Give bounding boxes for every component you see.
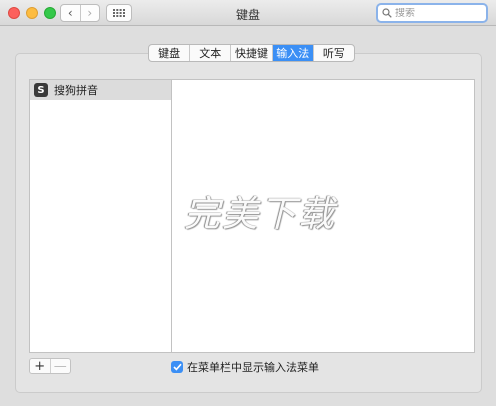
add-remove-control: + — [29,358,71,374]
add-button[interactable]: + [30,359,50,373]
tab-shortcuts[interactable]: 快捷键 [230,45,271,61]
search-field[interactable] [376,3,488,23]
show-menu-option[interactable]: 在菜单栏中显示输入法菜单 [171,359,319,375]
tab-text[interactable]: 文本 [189,45,230,61]
tab-input-sources[interactable]: 输入法 [271,45,313,61]
remove-button[interactable]: — [49,359,71,373]
show-menu-checkbox[interactable] [171,361,183,373]
input-source-list[interactable]: S 搜狗拼音 [29,79,171,353]
tab-dictation[interactable]: 听写 [312,45,354,61]
list-item-label: 搜狗拼音 [54,84,98,97]
tab-bar: 键盘 文本 快捷键 输入法 听写 [148,44,355,62]
show-menu-label: 在菜单栏中显示输入法菜单 [187,361,319,374]
tab-keyboard[interactable]: 键盘 [149,45,189,61]
input-source-detail: 完美下载 [171,79,475,353]
list-item[interactable]: S 搜狗拼音 [30,80,171,100]
checkmark-icon [172,363,182,371]
title-bar: ‹ › 键盘 [0,0,496,26]
watermark: 完美下载 [184,194,337,235]
sogou-icon: S [34,83,48,97]
search-input[interactable] [395,7,481,19]
search-icon [382,8,392,18]
